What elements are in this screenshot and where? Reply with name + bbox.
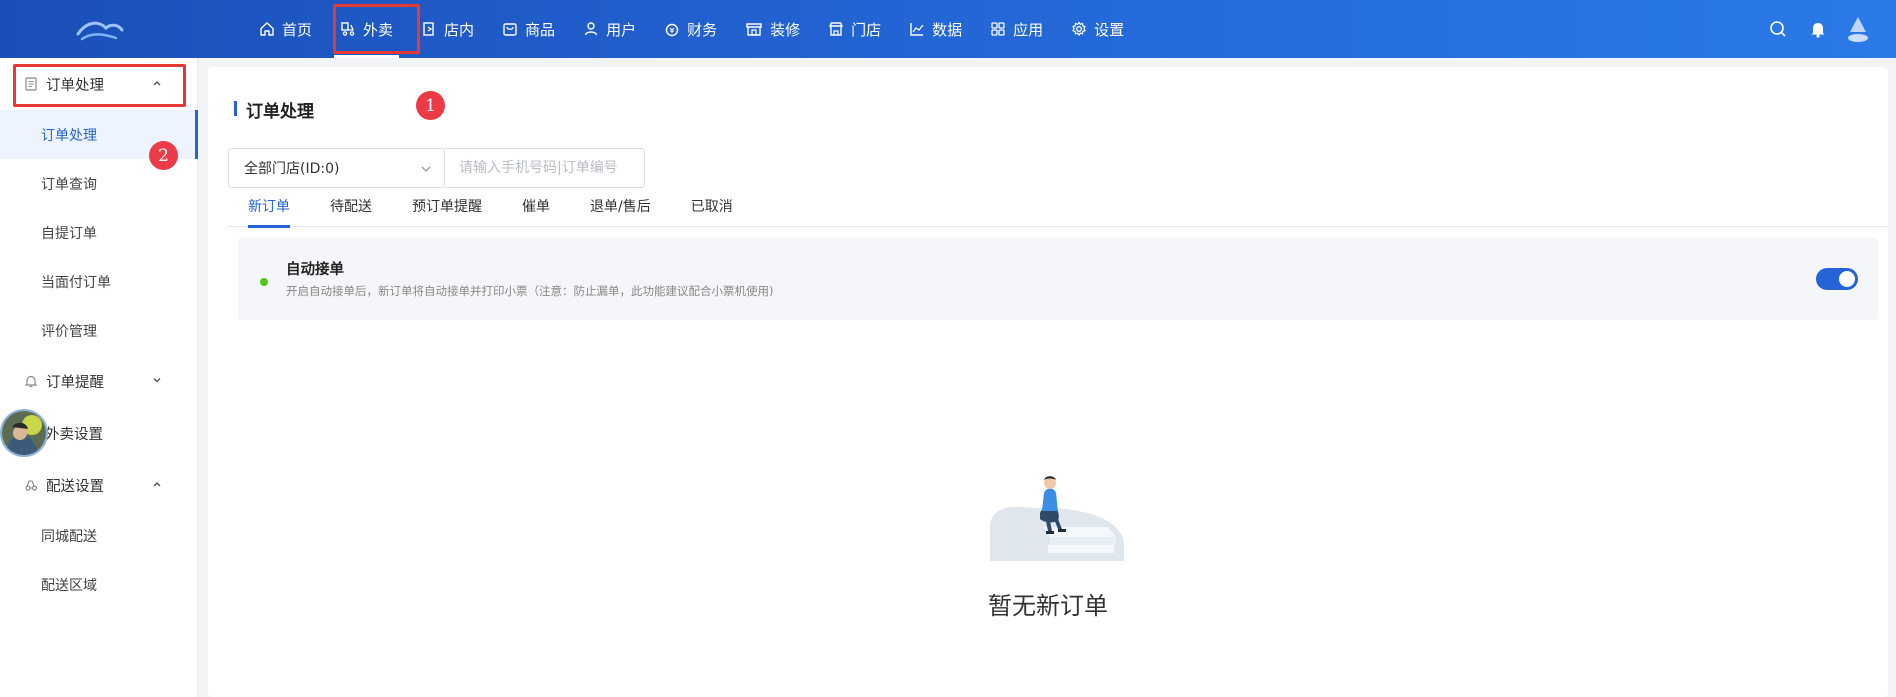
sidebar-item-label: 配送区域 — [41, 577, 97, 594]
auto-accept-title: 自动接单 — [286, 262, 344, 278]
sidebar-group-order-reminder[interactable]: 订单提醒 — [0, 355, 197, 407]
main-nav: 首页 外卖 店内 商品 用户 财务 装修 门店 数据 应用 设置 — [245, 0, 1138, 58]
user-avatar-button[interactable] — [1838, 9, 1878, 49]
avatar-image — [2, 411, 46, 455]
nav-takeout[interactable]: 外卖 — [326, 0, 407, 58]
sidebar-group-delivery-settings[interactable]: 配送设置 — [0, 459, 197, 511]
logo — [76, 21, 124, 41]
annotation-badge-2: 2 — [149, 141, 178, 170]
delivery-icon — [25, 480, 38, 491]
tab-urge-orders[interactable]: 催单 — [502, 196, 570, 227]
main-panel: 订单处理 全部门店(ID:0) 新订单 待配送 预订单提醒 催单 退单/售后 已… — [208, 67, 1888, 697]
nav-data[interactable]: 数据 — [895, 0, 976, 58]
nav-label: 店内 — [444, 20, 475, 39]
tab-cancelled[interactable]: 已取消 — [671, 196, 753, 227]
store-in-icon — [423, 22, 434, 36]
page-title: 订单处理 — [234, 97, 314, 122]
chevron-up-icon — [153, 81, 161, 86]
annotation-badge-1: 1 — [416, 91, 445, 120]
nav-label: 财务 — [687, 20, 718, 39]
apps-icon — [991, 22, 1005, 36]
sidebar-item-facepay-orders[interactable]: 当面付订单 — [0, 257, 197, 306]
sidebar-item-pickup-orders[interactable]: 自提订单 — [0, 208, 197, 257]
search-icon — [1770, 21, 1786, 37]
nav-apps[interactable]: 应用 — [976, 0, 1057, 58]
nav-label: 外卖 — [363, 20, 394, 39]
sidebar-item-label: 评价管理 — [41, 323, 97, 340]
nav-label: 数据 — [932, 20, 963, 39]
home-icon — [260, 22, 274, 36]
tab-preorder-reminder[interactable]: 预订单提醒 — [392, 196, 502, 227]
nav-users[interactable]: 用户 — [569, 0, 650, 58]
chart-icon — [910, 23, 924, 36]
nav-label: 门店 — [851, 20, 882, 39]
sidebar-item-delivery-area[interactable]: 配送区域 — [0, 560, 197, 609]
sidebar-item-review-management[interactable]: 评价管理 — [0, 306, 197, 355]
auto-accept-card: 自动接单 开启自动接单后，新订单将自动接单并打印小票（注意：防止漏单，此功能建议… — [238, 238, 1878, 320]
status-dot — [260, 278, 268, 286]
chevron-down-icon — [153, 378, 161, 383]
tab-new-orders[interactable]: 新订单 — [228, 196, 310, 228]
bell-outline-icon — [24, 375, 38, 388]
sidebar-item-city-delivery[interactable]: 同城配送 — [0, 511, 197, 560]
avatar[interactable] — [0, 409, 48, 457]
nav-label: 装修 — [770, 20, 801, 39]
auto-accept-description: 开启自动接单后，新订单将自动接单并打印小票（注意：防止漏单，此功能建议配合小票机… — [286, 284, 774, 298]
nav-label: 首页 — [282, 20, 313, 39]
notification-button[interactable] — [1798, 9, 1838, 49]
search-input[interactable] — [445, 148, 645, 188]
user-avatar-icon — [1848, 17, 1868, 42]
sidebar-item-label: 当面付订单 — [41, 274, 111, 291]
sidebar-item-label: 自提订单 — [41, 225, 97, 242]
store-select[interactable]: 全部门店(ID:0) — [228, 148, 445, 188]
sidebar-group-label: 订单处理 — [46, 77, 104, 94]
chevron-up-icon — [153, 482, 161, 487]
auto-accept-toggle[interactable] — [1816, 268, 1858, 290]
sidebar-item-label: 订单查询 — [41, 176, 97, 193]
empty-state-text: 暂无新订单 — [988, 592, 1108, 620]
shop-icon — [828, 22, 844, 36]
nav-goods[interactable]: 商品 — [488, 0, 569, 58]
nav-label: 商品 — [525, 20, 556, 39]
sidebar-group-label: 外卖设置 — [45, 426, 103, 443]
nav-instore[interactable]: 店内 — [407, 0, 488, 58]
finance-icon — [665, 23, 679, 37]
top-right-tools — [1758, 0, 1896, 58]
nav-label: 用户 — [606, 20, 637, 39]
chevron-down-icon — [421, 166, 431, 172]
sidebar-group-order-process[interactable]: 订单处理 — [0, 58, 197, 110]
sidebar-group-label: 订单提醒 — [46, 374, 104, 391]
top-nav-bar: 首页 外卖 店内 商品 用户 财务 装修 门店 数据 应用 设置 — [0, 0, 1896, 58]
tab-refund-aftersale[interactable]: 退单/售后 — [570, 196, 671, 227]
toggle-knob — [1839, 271, 1855, 287]
sidebar-group-label: 配送设置 — [46, 478, 104, 495]
store-select-value: 全部门店(ID:0) — [244, 161, 340, 177]
nav-decorate[interactable]: 装修 — [731, 0, 814, 58]
goods-icon — [503, 23, 517, 36]
sidebar-item-label: 订单处理 — [41, 127, 97, 144]
nav-shop[interactable]: 门店 — [814, 0, 895, 58]
decorate-icon — [746, 23, 762, 36]
sidebar-item-label: 同城配送 — [41, 528, 97, 545]
nav-finance[interactable]: 财务 — [650, 0, 731, 58]
nav-home[interactable]: 首页 — [245, 0, 326, 58]
bell-icon — [1811, 23, 1825, 38]
takeout-icon — [341, 22, 355, 36]
tab-pending-delivery[interactable]: 待配送 — [310, 196, 392, 227]
nav-label: 设置 — [1094, 20, 1125, 39]
search-button[interactable] — [1758, 9, 1798, 49]
nav-settings[interactable]: 设置 — [1057, 0, 1138, 58]
document-icon — [25, 77, 37, 91]
empty-state-illustration — [990, 476, 1124, 561]
user-icon — [584, 22, 598, 36]
gear-icon — [1072, 21, 1087, 37]
nav-label: 应用 — [1013, 20, 1044, 39]
order-tabs: 新订单 待配送 预订单提醒 催单 退单/售后 已取消 — [228, 196, 1888, 228]
